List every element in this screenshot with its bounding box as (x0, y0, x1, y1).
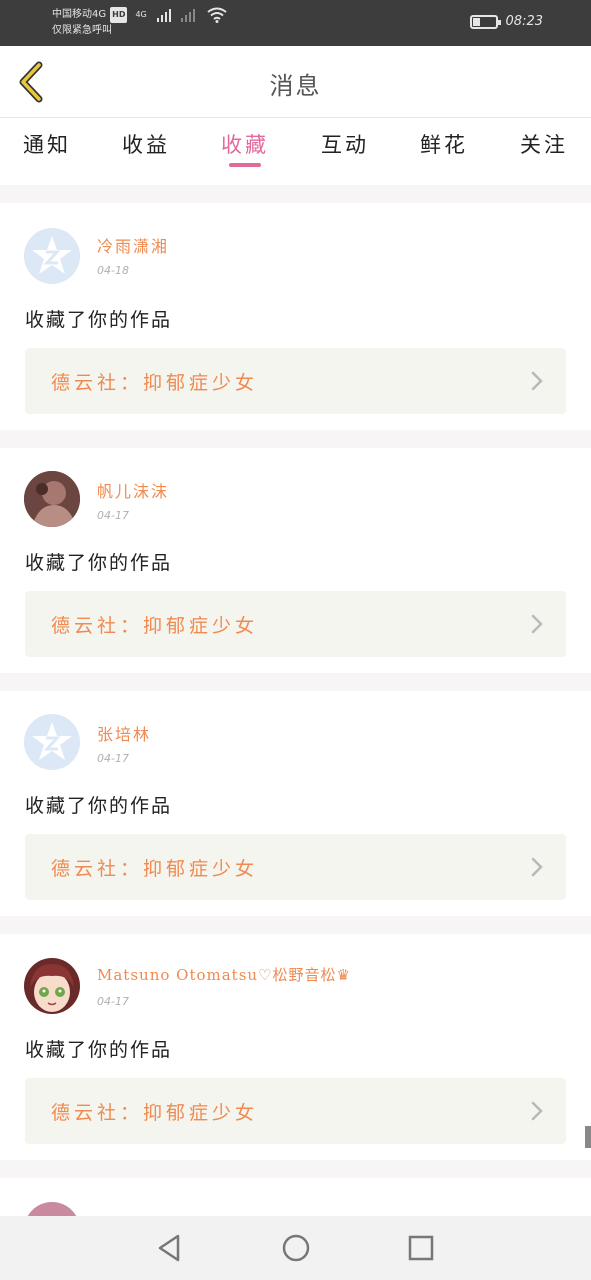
tab-follows[interactable]: 关注 (514, 129, 574, 159)
battery-icon (469, 14, 501, 29)
date: 04-18 (97, 264, 129, 277)
date: 04-17 (97, 509, 129, 522)
signal-2-icon (180, 8, 195, 22)
date: 04-17 (97, 995, 129, 1008)
avatar[interactable] (24, 1202, 80, 1216)
list-item: 帆儿沫沫 04-17 收藏了你的作品 德云社：抑郁症少女 (0, 448, 591, 673)
work-link[interactable]: 德云社：抑郁症少女 (25, 591, 566, 657)
list-item: 张培林 04-17 收藏了你的作品 德云社：抑郁症少女 (0, 691, 591, 916)
work-link[interactable]: 德云社：抑郁症少女 (25, 834, 566, 900)
divider (0, 430, 591, 448)
work-title: 德云社：抑郁症少女 (51, 858, 259, 880)
list-item: Matsuno Otomatsu♡松野音松♛ 04-17 收藏了你的作品 德云社… (0, 934, 591, 1160)
tab-bar: 通知 收益 收藏 互动 鲜花 关注 (0, 119, 591, 185)
tab-favorites[interactable]: 收藏 (215, 129, 275, 159)
status-carrier: 中国移动4G HD 4G 仅限紧急呼叫 (52, 7, 227, 39)
divider (0, 185, 591, 203)
username[interactable]: 张培林 (97, 721, 151, 745)
system-nav-bar (0, 1216, 591, 1280)
tab-earnings[interactable]: 收益 (116, 129, 176, 159)
work-title: 德云社：抑郁症少女 (51, 372, 259, 394)
chevron-right-icon (531, 1101, 543, 1121)
carrier-text: 中国移动4G (52, 9, 107, 20)
divider (0, 1160, 591, 1178)
emergency-text: 仅限紧急呼叫 (52, 25, 112, 36)
divider (0, 673, 591, 691)
list-item: 冷雨潇湘 04-18 收藏了你的作品 德云社：抑郁症少女 (0, 203, 591, 430)
action-text: 收藏了你的作品 (25, 309, 173, 331)
chevron-right-icon (531, 857, 543, 877)
default-avatar-icon[interactable] (24, 714, 80, 770)
active-tab-indicator (229, 163, 261, 167)
network-type: 4G (135, 10, 147, 19)
signal-icon (156, 8, 171, 22)
star-logo-icon (32, 236, 72, 274)
username[interactable]: 帆儿沫沫 (97, 478, 169, 502)
work-title: 德云社：抑郁症少女 (51, 1102, 259, 1124)
username[interactable]: 冷雨潇湘 (97, 233, 169, 257)
divider (0, 916, 591, 934)
tab-interactions[interactable]: 互动 (315, 129, 375, 159)
work-link[interactable]: 德云社：抑郁症少女 (25, 1078, 566, 1144)
photo-avatar[interactable] (24, 471, 80, 527)
list-item-partial (0, 1178, 591, 1216)
scrollbar[interactable] (585, 1126, 591, 1148)
action-text: 收藏了你的作品 (25, 552, 173, 574)
default-avatar-icon[interactable] (24, 228, 80, 284)
tab-notifications[interactable]: 通知 (17, 129, 77, 159)
star-logo-icon (32, 722, 72, 760)
hd-badge: HD (110, 7, 128, 23)
anime-avatar[interactable] (24, 958, 80, 1014)
chevron-right-icon (531, 371, 543, 391)
wifi-icon (207, 7, 227, 23)
photo-avatar-icon (24, 471, 80, 527)
anime-avatar-icon (24, 958, 80, 1014)
page-title: 消息 (269, 72, 322, 100)
work-link[interactable]: 德云社：抑郁症少女 (25, 348, 566, 414)
status-bar: 中国移动4G HD 4G 仅限紧急呼叫 08:23 (0, 0, 591, 46)
date: 04-17 (97, 752, 129, 765)
clock: 08:23 (505, 14, 543, 29)
username[interactable]: Matsuno Otomatsu♡松野音松♛ (97, 964, 351, 985)
work-title: 德云社：抑郁症少女 (51, 615, 259, 637)
action-text: 收藏了你的作品 (25, 795, 173, 817)
nav-home-icon[interactable] (280, 1232, 312, 1264)
nav-back-icon[interactable] (154, 1232, 186, 1264)
action-text: 收藏了你的作品 (25, 1039, 173, 1061)
tab-flowers[interactable]: 鲜花 (414, 129, 474, 159)
header: 消息 (0, 46, 591, 118)
chevron-right-icon (531, 614, 543, 634)
nav-recents-icon[interactable] (405, 1232, 437, 1264)
